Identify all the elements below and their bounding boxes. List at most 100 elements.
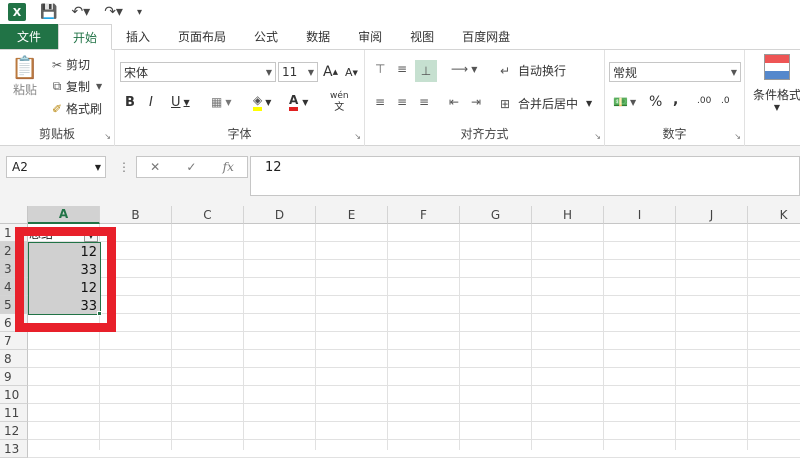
column-header-h[interactable]: H xyxy=(532,206,604,224)
row-header-10[interactable]: 10 xyxy=(0,386,28,404)
worksheet-grid[interactable]: ABCDEFGHIJK 1 2 3 4 5 6 7 8 9 10 11 12 13 总结 ▼ 12 33… xyxy=(0,206,800,458)
tab-formulas[interactable]: 公式 xyxy=(240,24,292,49)
name-box[interactable]: A2 ▼ xyxy=(6,156,106,178)
bold-button[interactable]: B xyxy=(125,95,135,110)
fill-handle[interactable] xyxy=(97,311,102,316)
row-header-7[interactable]: 7 xyxy=(0,332,28,350)
increase-decimal-button[interactable]: .00 xyxy=(697,96,711,106)
gridline xyxy=(28,403,800,404)
row-header-13[interactable]: 13 xyxy=(0,440,28,458)
tab-file[interactable]: 文件 xyxy=(0,24,58,49)
row-header-11[interactable]: 11 xyxy=(0,404,28,422)
currency-button[interactable]: 💵 ▼ xyxy=(613,95,636,109)
tab-page-layout[interactable]: 页面布局 xyxy=(164,24,240,49)
gridline xyxy=(531,224,532,450)
align-right-icon[interactable]: ≡ xyxy=(419,95,429,109)
column-header-a[interactable]: A xyxy=(28,206,100,224)
select-all-corner[interactable] xyxy=(0,206,28,224)
row-header-3[interactable]: 3 xyxy=(0,260,28,278)
cut-button[interactable]: ✂ 剪切 xyxy=(48,56,90,73)
formula-input[interactable]: 12 xyxy=(250,156,800,196)
phonetic-label: wén xyxy=(330,91,349,101)
number-format-select[interactable]: 常规 ▼ xyxy=(609,62,741,82)
decrease-indent-icon[interactable]: ⇤ xyxy=(449,95,459,109)
merge-center-button[interactable]: ⊞ 合并后居中 ▼ xyxy=(500,95,592,112)
tab-insert[interactable]: 插入 xyxy=(112,24,164,49)
dialog-launcher-icon[interactable]: ↘ xyxy=(734,132,741,141)
column-header-c[interactable]: C xyxy=(172,206,244,224)
shrink-font-button[interactable]: A ▼ xyxy=(345,66,358,79)
row-header-4[interactable]: 4 xyxy=(0,278,28,296)
wrap-text-icon: ↵ xyxy=(500,63,511,78)
column-header-d[interactable]: D xyxy=(244,206,316,224)
tab-baidu-netdisk[interactable]: 百度网盘 xyxy=(448,24,524,49)
font-size-select[interactable]: 11 ▼ xyxy=(278,62,318,82)
paint-bucket-icon: ◈ xyxy=(253,93,263,111)
chevron-down-icon: ▼ xyxy=(730,67,737,77)
copy-button[interactable]: ⧉ 复制 ▼ xyxy=(48,78,102,95)
align-left-icon[interactable]: ≡ xyxy=(375,95,385,109)
align-top-icon[interactable]: ⊤ xyxy=(375,62,385,76)
row-header-9[interactable]: 9 xyxy=(0,368,28,386)
gridline xyxy=(387,224,388,450)
tab-home[interactable]: 开始 xyxy=(58,24,113,50)
enter-icon[interactable]: ✓ xyxy=(186,160,196,174)
more-icon[interactable]: ⋮ xyxy=(118,160,130,174)
comma-button[interactable]: , xyxy=(673,92,678,108)
number-group: 常规 ▼ 💵 ▼ % , .00 .0 数字 ↘ xyxy=(605,50,745,146)
excel-app-icon: X xyxy=(8,3,26,21)
save-icon[interactable]: 💾 xyxy=(40,4,57,20)
undo-icon[interactable]: ↶▾ xyxy=(71,4,90,20)
row-header-6[interactable]: 6 xyxy=(0,314,28,332)
borders-button[interactable]: ▦ ▼ xyxy=(211,95,232,109)
row-header-8[interactable]: 8 xyxy=(0,350,28,368)
paste-button[interactable]: 📋 粘贴 xyxy=(8,56,42,98)
filter-dropdown-icon[interactable]: ▼ xyxy=(84,228,98,242)
phonetic-button[interactable]: wén 文 xyxy=(330,91,349,113)
conditional-format-button[interactable]: 条件格式 ▼ xyxy=(753,54,800,112)
wrap-text-button[interactable]: ↵ 自动换行 xyxy=(500,62,566,79)
gridline xyxy=(28,421,800,422)
underline-button[interactable]: U ▼ xyxy=(171,95,190,110)
column-header-g[interactable]: G xyxy=(460,206,532,224)
chevron-down-icon: ▼ xyxy=(96,82,103,91)
cancel-icon[interactable]: ✕ xyxy=(150,160,160,174)
align-middle-icon[interactable]: ≡ xyxy=(397,62,407,76)
orientation-button[interactable]: ⟶ ▼ xyxy=(451,62,477,76)
tab-review[interactable]: 审阅 xyxy=(344,24,396,49)
wrap-text-label: 自动换行 xyxy=(518,64,567,78)
row-header-5[interactable]: 5 xyxy=(0,296,28,314)
font-size-value: 11 xyxy=(282,65,298,79)
row-header-1[interactable]: 1 xyxy=(0,224,28,242)
column-header-f[interactable]: F xyxy=(388,206,460,224)
redo-icon[interactable]: ↷▾ xyxy=(104,4,123,20)
column-header-k[interactable]: K xyxy=(748,206,800,224)
align-center-icon[interactable]: ≡ xyxy=(397,95,407,109)
increase-indent-icon[interactable]: ⇥ xyxy=(471,95,481,109)
dialog-launcher-icon[interactable]: ↘ xyxy=(354,132,361,141)
font-group: 宋体 ▼ 11 ▼ A ▲ A ▼ B I U ▼ ▦ ▼ ◈ ▼ A ▼ wén 文 字体 … xyxy=(115,50,365,146)
insert-function-icon[interactable]: fx xyxy=(223,160,234,174)
font-color-button[interactable]: A ▼ xyxy=(289,93,308,111)
column-header-e[interactable]: E xyxy=(316,206,388,224)
gridline xyxy=(459,224,460,450)
tab-view[interactable]: 视图 xyxy=(396,24,448,49)
column-header-b[interactable]: B xyxy=(100,206,172,224)
dialog-launcher-icon[interactable]: ↘ xyxy=(594,132,601,141)
align-bottom-icon[interactable]: ⊥ xyxy=(415,60,437,82)
fill-color-button[interactable]: ◈ ▼ xyxy=(253,93,271,111)
column-header-j[interactable]: J xyxy=(676,206,748,224)
percent-button[interactable]: % xyxy=(649,94,662,110)
format-painter-button[interactable]: ✐ 格式刷 xyxy=(48,100,102,117)
row-header-12[interactable]: 12 xyxy=(0,422,28,440)
font-name-select[interactable]: 宋体 ▼ xyxy=(120,62,276,82)
tab-data[interactable]: 数据 xyxy=(292,24,344,49)
scissors-icon: ✂ xyxy=(51,57,63,72)
customize-icon[interactable]: ▾ xyxy=(137,7,142,18)
column-header-i[interactable]: I xyxy=(604,206,676,224)
row-header-2[interactable]: 2 xyxy=(0,242,28,260)
dialog-launcher-icon[interactable]: ↘ xyxy=(104,132,111,141)
grow-font-button[interactable]: A ▲ xyxy=(323,64,338,80)
decrease-decimal-button[interactable]: .0 xyxy=(721,96,730,106)
italic-button[interactable]: I xyxy=(149,95,153,110)
